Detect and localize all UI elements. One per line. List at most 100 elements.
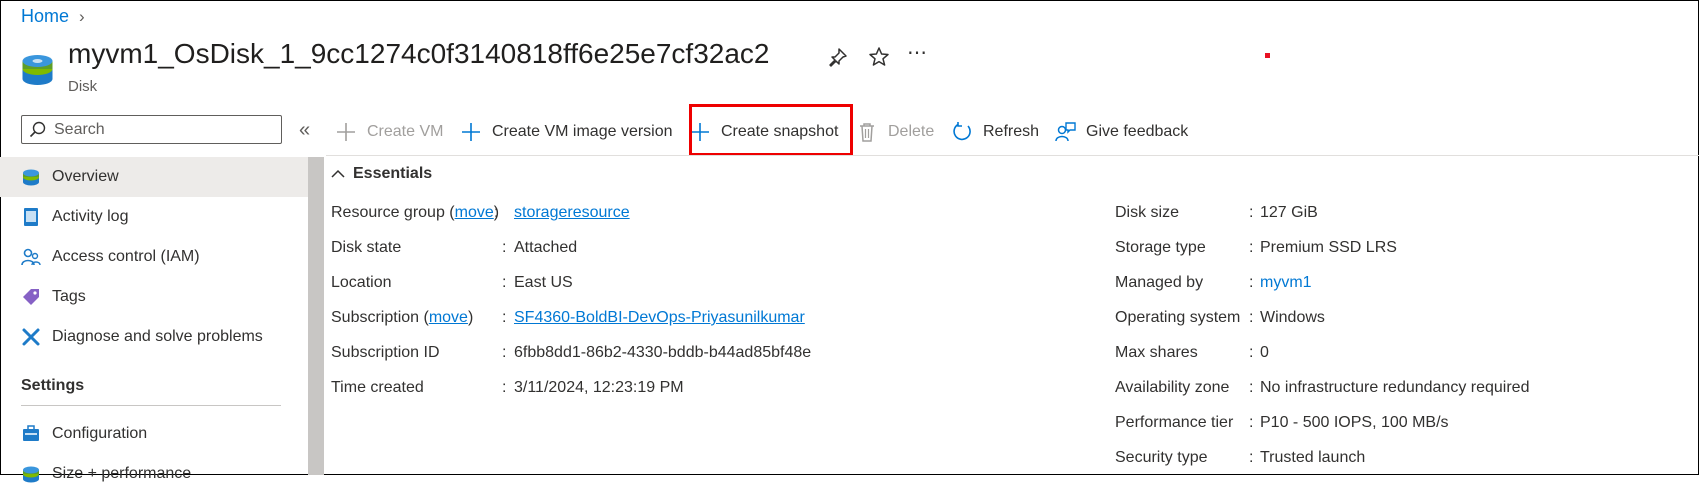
search-icon — [29, 121, 46, 138]
separator: : — [502, 344, 507, 361]
sidebar-item-label: Tags — [52, 288, 86, 305]
field-label: Disk size — [1115, 204, 1180, 221]
sidebar-item-access-control[interactable]: Access control (IAM) — [0, 237, 308, 277]
create-vm-label: Create VM — [367, 123, 444, 140]
feedback-icon — [1055, 122, 1076, 142]
field-value: 127 GiB — [1260, 204, 1318, 221]
create-vm-image-button[interactable]: Create VM image version — [460, 117, 673, 147]
field-value: Windows — [1260, 309, 1325, 326]
separator: : — [1249, 344, 1254, 361]
sidebar-item-label: Activity log — [52, 208, 129, 225]
separator: : — [1249, 309, 1254, 326]
field-label: Storage type — [1115, 239, 1206, 256]
sidebar-item-tags[interactable]: Tags — [0, 277, 308, 317]
move-resource-group-link[interactable]: move — [455, 204, 494, 221]
field-label: Managed by — [1115, 274, 1204, 291]
separator: : — [502, 309, 507, 326]
sidebar-item-label: Size + performance — [52, 465, 192, 482]
separator: : — [1249, 414, 1254, 431]
field-label: Performance tier — [1115, 414, 1234, 431]
separator: : — [1249, 239, 1254, 256]
breadcrumb-home[interactable]: Home — [21, 6, 69, 27]
toolbar-divider — [326, 155, 1699, 156]
tag-icon — [23, 289, 39, 305]
separator: : — [1249, 274, 1254, 291]
field-value: 6fbb8dd1-86b2-4330-bddb-b44ad85bf48e — [514, 344, 812, 361]
move-subscription-link[interactable]: move — [429, 309, 468, 326]
field-value: 3/11/2024, 12:23:19 PM — [514, 379, 684, 396]
delete-label: Delete — [888, 123, 935, 140]
page-title: myvm1_OsDisk_1_9cc1274c0f3140818ff6e25e7… — [68, 38, 770, 69]
resource-group-link[interactable]: storageresource — [514, 204, 630, 222]
field-value: Trusted launch — [1260, 449, 1366, 466]
sidebar-divider — [21, 405, 281, 406]
activity-log-icon — [24, 208, 38, 226]
sidebar-item-label: Access control (IAM) — [52, 248, 200, 265]
refresh-icon — [953, 122, 971, 141]
field-value: East US — [514, 274, 573, 291]
separator: : — [494, 204, 499, 221]
separator: : — [502, 239, 507, 256]
plus-icon — [462, 123, 480, 141]
field-value: 0 — [1260, 344, 1269, 361]
sidebar-item-diagnose[interactable]: Diagnose and solve problems — [0, 317, 308, 357]
sidebar-item-label: Diagnose and solve problems — [52, 328, 263, 345]
disk-icon — [23, 169, 39, 186]
field-value: Attached — [514, 239, 578, 256]
separator: : — [1249, 379, 1254, 396]
page-subtitle: Disk — [68, 78, 98, 95]
field-label: Time created — [331, 379, 424, 396]
breadcrumb: Home › — [21, 6, 85, 27]
sidebar-scrollbar[interactable] — [308, 157, 324, 475]
separator: : — [502, 274, 507, 291]
field-value: P10 - 500 IOPS, 100 MB/s — [1260, 414, 1449, 431]
sidebar-item-size-performance[interactable]: Size + performance — [0, 454, 308, 494]
field-label: Availability zone — [1115, 379, 1230, 396]
field-label: Subscription — [331, 309, 420, 326]
field-label: Resource group — [331, 204, 445, 221]
iam-icon — [21, 248, 41, 266]
create-vm-image-label: Create VM image version — [492, 123, 673, 140]
search-placeholder: Search — [54, 120, 105, 138]
field-label: Operating system — [1115, 309, 1241, 326]
sidebar-item-activity-log[interactable]: Activity log — [0, 197, 308, 237]
essentials-heading: Essentials — [353, 165, 433, 182]
subscription-link[interactable]: SF4360-BoldBI-DevOps-Priyasunilkumar — [514, 309, 805, 327]
give-feedback-button[interactable]: Give feedback — [1054, 117, 1188, 147]
give-feedback-label: Give feedback — [1086, 123, 1189, 140]
create-vm-button[interactable]: Create VM — [335, 117, 443, 147]
separator: : — [1249, 449, 1254, 466]
configuration-icon — [23, 425, 39, 441]
chevron-right-icon: › — [79, 6, 85, 26]
delete-button[interactable]: Delete — [856, 117, 934, 147]
field-label: Security type — [1115, 449, 1208, 466]
sidebar-item-configuration[interactable]: Configuration — [0, 414, 308, 454]
essentials-toggle[interactable]: Essentials — [331, 165, 432, 183]
disk-icon — [22, 55, 53, 85]
refresh-label: Refresh — [983, 123, 1040, 140]
field-label: Disk state — [331, 239, 402, 256]
plus-icon — [337, 123, 355, 141]
collapse-sidebar-icon[interactable]: « — [299, 119, 310, 142]
field-value: Premium SSD LRS — [1260, 239, 1397, 256]
wrench-icon — [22, 328, 40, 346]
chevron-up-icon — [331, 169, 345, 178]
highlight-box — [689, 104, 853, 156]
managed-by-link[interactable]: myvm1 — [1260, 274, 1312, 292]
refresh-button[interactable]: Refresh — [951, 117, 1039, 147]
sidebar-item-label: Overview — [52, 168, 119, 185]
separator: : — [1249, 204, 1254, 221]
field-label: Subscription ID — [331, 344, 440, 361]
indicator-dot — [1265, 53, 1270, 58]
trash-icon — [860, 123, 874, 142]
sidebar-item-overview[interactable]: Overview — [0, 157, 308, 197]
field-label: Location — [331, 274, 392, 291]
separator: : — [502, 379, 507, 396]
disk-icon — [23, 466, 39, 483]
more-icon[interactable]: ⋯ — [906, 42, 928, 64]
star-icon[interactable] — [868, 46, 890, 68]
search-input[interactable]: Search — [21, 115, 282, 144]
pin-icon[interactable] — [827, 46, 849, 68]
sidebar-item-label: Configuration — [52, 425, 148, 442]
sidebar-section-settings: Settings — [21, 377, 85, 394]
